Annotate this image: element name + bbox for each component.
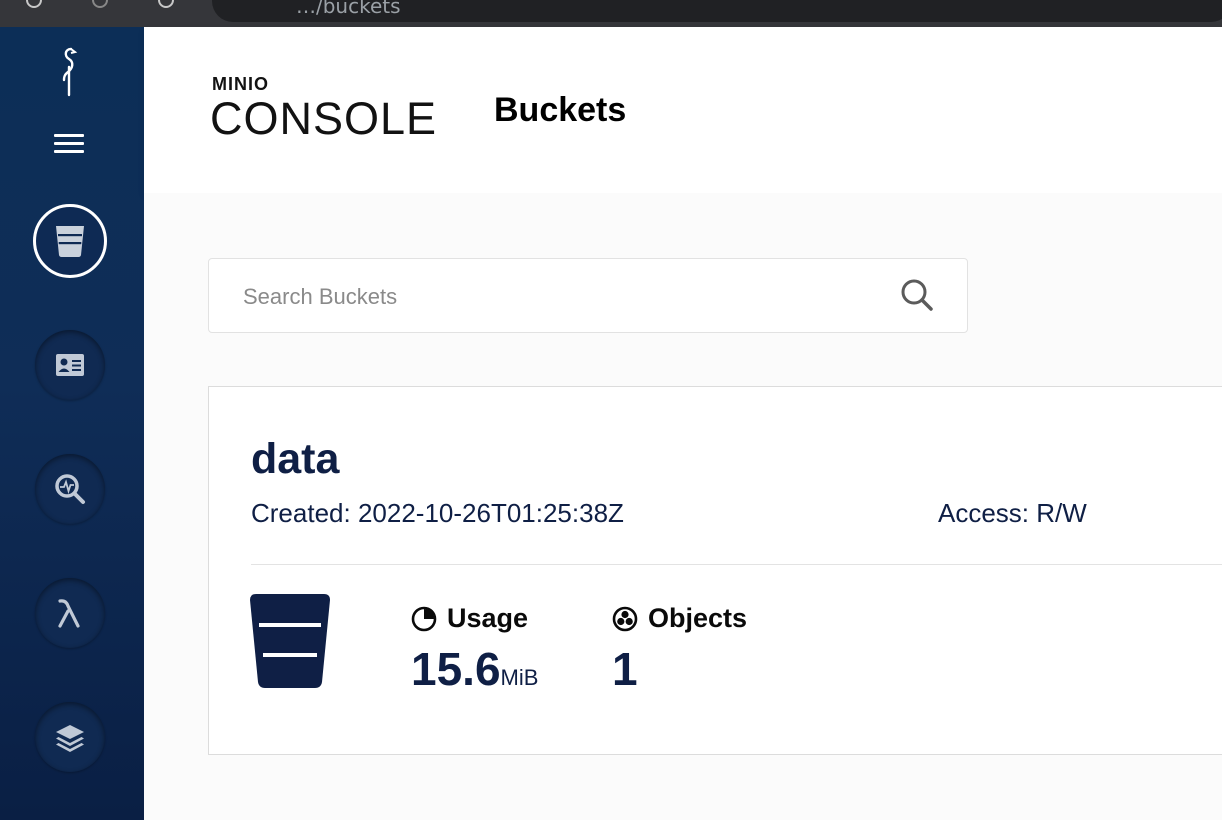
layers-icon <box>56 725 84 752</box>
sidebar-item-events[interactable] <box>35 578 105 648</box>
address-bar[interactable]: …/buckets <box>212 0 1222 22</box>
usage-stat: Usage 15.6MiB <box>411 603 538 703</box>
search-container <box>208 258 968 333</box>
bucket-created: Created: 2022-10-26T01:25:38Z <box>251 498 624 528</box>
pie-chart-icon <box>411 606 437 631</box>
brand-console: CONSOLE <box>210 93 438 144</box>
hamburger-menu-icon[interactable] <box>54 134 84 154</box>
bucket-icon <box>56 226 84 257</box>
sidebar-item-tiers[interactable] <box>35 702 105 772</box>
forward-button-icon[interactable] <box>92 0 108 8</box>
bucket-name[interactable]: data <box>251 435 339 484</box>
page-title: Buckets <box>494 91 627 129</box>
objects-value: 1 <box>612 643 638 695</box>
address-text: …/buckets <box>296 0 401 18</box>
card-divider <box>251 564 1222 565</box>
page-header: MINIO CONSOLE Buckets <box>144 27 1222 193</box>
usage-label: Usage <box>447 603 529 633</box>
bucket-access: Access: R/W <box>938 498 1087 528</box>
brand-minio: MINIO <box>212 74 269 94</box>
objects-icon <box>612 606 638 631</box>
search-icon[interactable] <box>899 277 935 313</box>
minio-logo-icon[interactable] <box>52 45 86 97</box>
objects-label: Objects <box>648 603 748 633</box>
bucket-large-icon <box>250 594 330 688</box>
usage-unit: MiB <box>500 665 539 690</box>
objects-stat: Objects 1 <box>612 603 747 694</box>
sidebar-item-monitoring[interactable] <box>35 454 105 524</box>
sidebar <box>0 27 144 820</box>
reload-button-icon[interactable] <box>158 0 174 8</box>
search-input[interactable] <box>241 277 865 317</box>
usage-value: 15.6 <box>411 643 501 695</box>
sidebar-item-identity[interactable] <box>35 330 105 400</box>
monitoring-search-icon <box>55 474 85 504</box>
sidebar-item-buckets[interactable] <box>33 204 107 278</box>
bucket-card[interactable]: data Created: 2022-10-26T01:25:38Z Acces… <box>208 386 1222 755</box>
lambda-icon <box>58 599 80 628</box>
back-button-icon[interactable] <box>26 0 42 8</box>
id-card-icon <box>56 354 84 376</box>
browser-toolbar: …/buckets <box>0 0 1222 27</box>
